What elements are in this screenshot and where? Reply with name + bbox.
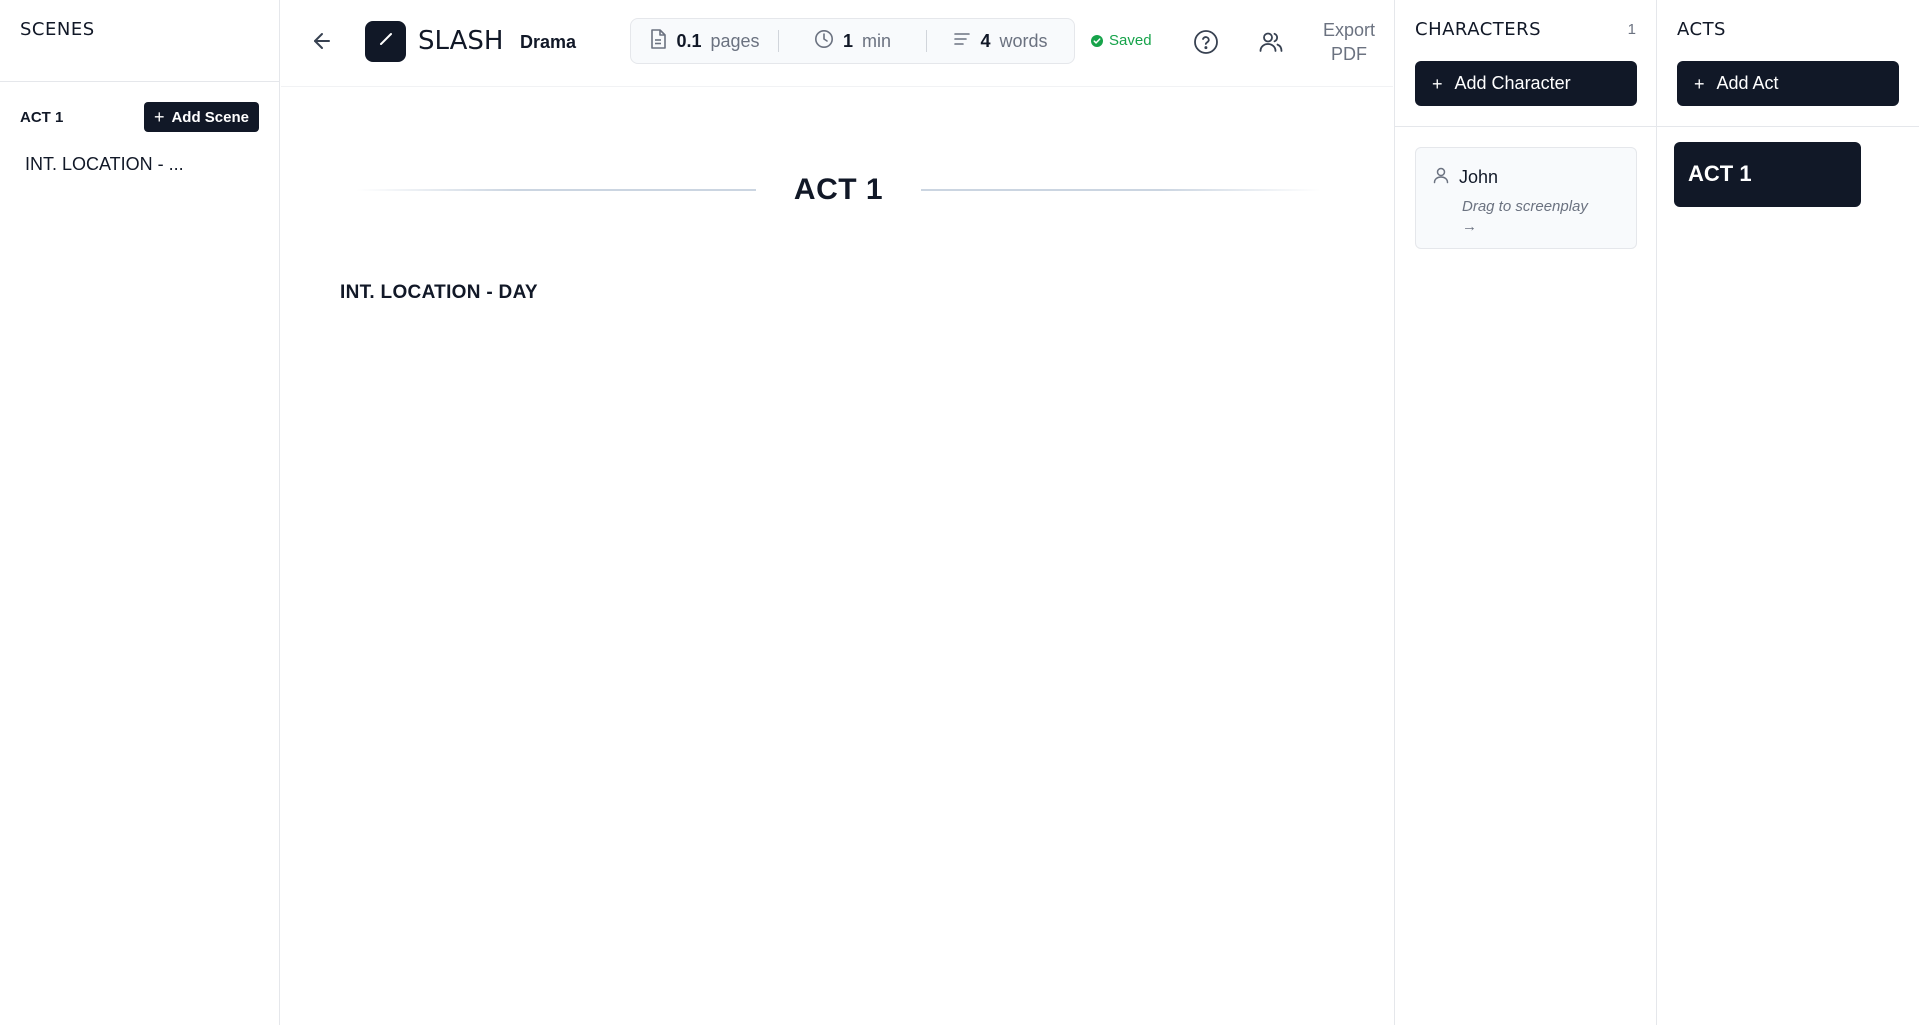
acts-title: ACTS [1677,19,1726,40]
arrow-left-icon[interactable] [310,29,334,53]
plus-icon: + [1694,73,1705,94]
stats-bar: 0.1 pages 1 min 4 words [630,18,1075,64]
character-drag-hint: Drag to screenplay → [1462,198,1588,235]
minutes-stat: 1 min [779,29,926,54]
add-character-button[interactable]: + Add Character [1415,61,1637,106]
save-status-label: Saved [1109,32,1152,49]
acts-panel: ACTS + Add Act ACT 1 [1657,0,1919,1025]
user-icon [1432,166,1450,189]
document-icon [649,28,667,54]
character-name-row: John [1432,166,1620,189]
act-card[interactable]: ACT 1 [1674,142,1861,207]
logo-mark [365,21,406,62]
characters-header: CHARACTERS 1 + Add Character [1395,0,1656,127]
words-stat: 4 words [927,31,1074,52]
genre-label: Drama [520,32,577,52]
screenplay-editor[interactable]: ACT 1 INT. LOCATION - DAY [281,88,1393,1025]
scenes-sidebar: SCENES ACT 1 + Add Scene INT. LOCATION -… [0,0,280,1025]
pages-value: 0.1 [676,30,702,51]
character-name: John [1459,167,1499,187]
pen-slash-icon [376,29,396,54]
act-divider: ACT 1 [356,170,1321,210]
scenes-header: SCENES [0,0,279,82]
scenes-act-label: ACT 1 [20,108,64,126]
act-divider-line [356,189,756,191]
plus-icon: + [153,107,165,127]
plus-icon: + [1432,73,1443,94]
add-act-label: Add Act [1716,73,1779,93]
words-value: 4 [980,30,991,51]
users-icon[interactable] [1258,29,1284,55]
acts-header: ACTS + Add Act [1657,0,1919,127]
character-count: 1 [1627,21,1636,38]
scene-list-item[interactable]: INT. LOCATION - ... [0,154,279,175]
save-status: Saved [1091,32,1152,49]
character-card[interactable]: John Drag to screenplay → [1415,147,1637,249]
minutes-value: 1 [842,30,853,51]
scene-heading[interactable]: INT. LOCATION - DAY [340,282,538,304]
export-label-line2: PDF [1331,44,1367,64]
top-bar: SLASH Drama 0.1 pages 1 min 4 words Save… [281,0,1393,87]
add-scene-button[interactable]: + Add Scene [143,102,259,132]
pages-stat: 0.1 pages [631,28,778,54]
clock-icon [814,29,834,54]
check-circle-icon [1091,34,1103,47]
lines-icon [953,31,971,52]
scenes-title: SCENES [20,19,95,40]
app-logo-text: SLASH [418,26,504,56]
export-label-line1: Export [1322,20,1376,40]
act-divider-line [921,189,1321,191]
scenes-act-row: ACT 1 + Add Scene [0,102,279,132]
act-heading: ACT 1 [793,173,884,206]
pages-label: pages [710,30,760,51]
characters-title: CHARACTERS [1415,19,1542,40]
add-act-button[interactable]: + Add Act [1677,61,1899,106]
minutes-label: min [862,30,892,51]
help-circle-icon[interactable] [1193,29,1219,55]
add-character-label: Add Character [1454,73,1571,93]
add-scene-label: Add Scene [171,108,249,126]
export-pdf-button[interactable]: Export PDF [1309,18,1389,66]
characters-panel: CHARACTERS 1 + Add Character John Drag t… [1394,0,1657,1025]
words-label: words [999,30,1048,51]
